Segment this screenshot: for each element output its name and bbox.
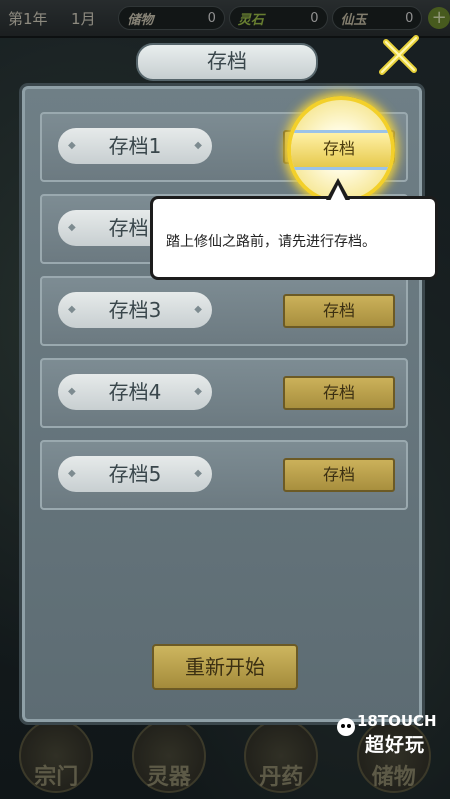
save-button[interactable]: 存档 [283, 458, 395, 492]
watermark-logo: 18TOUCH 超好玩 [335, 712, 445, 758]
slot-name: 存档5 [58, 456, 212, 492]
slot-name: 存档1 [58, 128, 212, 164]
slot-name: 存档3 [58, 292, 212, 328]
save-button[interactable]: 存档 [283, 376, 395, 410]
save-slot-4: 存档4 存档 [40, 358, 408, 428]
restart-button[interactable]: 重新开始 [152, 644, 298, 690]
panel-title: 存档 [136, 43, 318, 81]
save-slot-3: 存档3 存档 [40, 276, 408, 346]
highlighted-save-button[interactable]: 存档 [291, 130, 391, 170]
tooltip-text: 踏上修仙之路前，请先进行存档。 [166, 234, 376, 250]
save-slot-5: 存档5 存档 [40, 440, 408, 510]
tutorial-tooltip: 踏上修仙之路前，请先进行存档。 [150, 196, 438, 280]
close-icon[interactable] [376, 32, 422, 78]
save-button[interactable]: 存档 [283, 294, 395, 328]
watermark-line2: 超好玩 [365, 734, 426, 756]
watermark-icon [337, 718, 355, 736]
tooltip-pointer-fill [330, 185, 346, 201]
slot-name: 存档4 [58, 374, 212, 410]
watermark-line1: 18TOUCH [357, 712, 437, 730]
